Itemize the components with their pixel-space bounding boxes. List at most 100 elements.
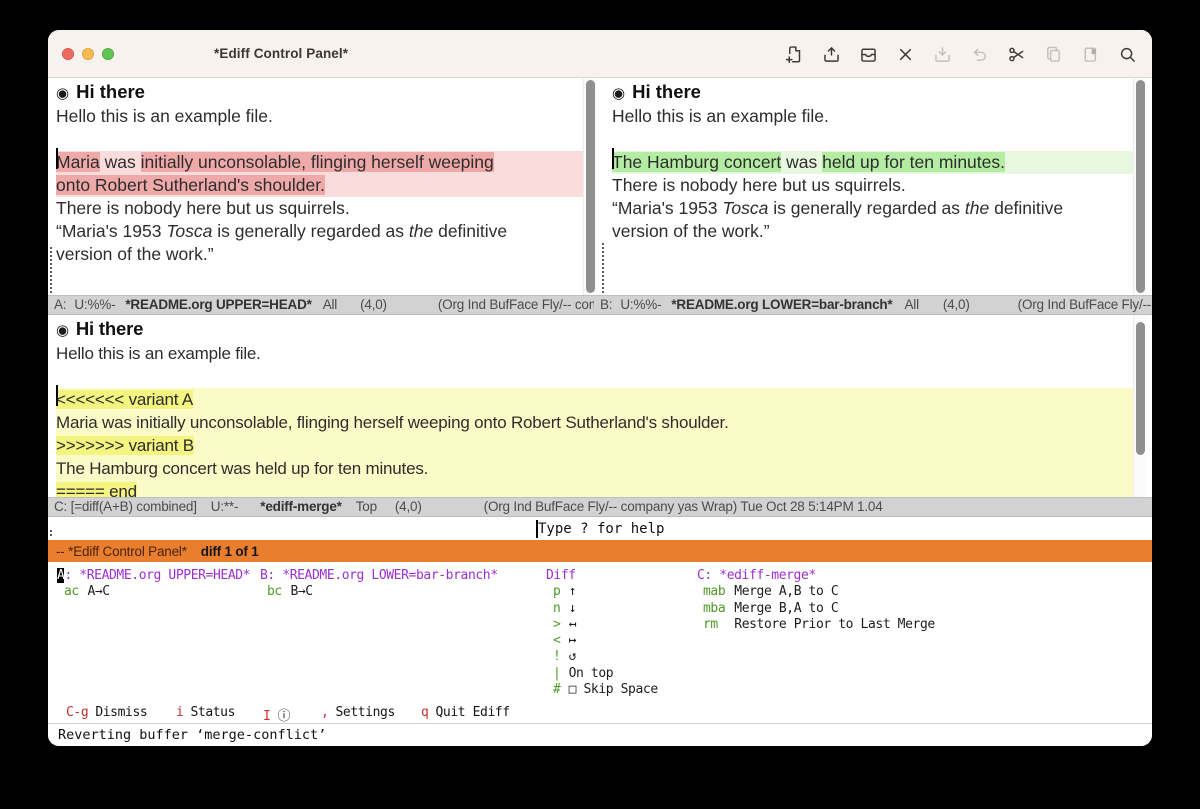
echo-area: Reverting buffer ‘merge-conflict’	[48, 723, 1152, 746]
menu-item-previous-diff[interactable]: p↑	[546, 584, 658, 600]
diff-counter: diff 1 of 1	[201, 544, 259, 559]
column-a-header: : *README.org UPPER=HEAD*	[64, 568, 250, 583]
menu-item-scroll-right[interactable]: <↦	[546, 633, 658, 649]
save-buffer-icon	[858, 44, 879, 65]
conflict-marker-a: <<<<<<< variant A	[56, 388, 1133, 411]
save-as-icon	[932, 44, 953, 65]
cut-icon	[1006, 44, 1027, 65]
org-bullet-icon: ◉	[56, 85, 69, 102]
menu-item-scroll-left[interactable]: >↤	[546, 617, 658, 633]
conflict-variant-b: The Hamburg concert was held up for ten …	[56, 457, 1133, 480]
minimize-window-button[interactable]	[82, 48, 94, 60]
copy-button[interactable]	[1042, 43, 1064, 65]
text-cursor	[56, 148, 58, 169]
buffer-b-line: Hello this is an example file.	[612, 105, 1133, 128]
cut-button[interactable]	[1005, 43, 1027, 65]
menu-item-recompute[interactable]: !↺	[546, 649, 658, 665]
new-file-button[interactable]	[783, 43, 805, 65]
buffer-a-scrollbar[interactable]	[583, 78, 597, 295]
conflict-marker-b: >>>>>>> variant B	[56, 434, 1133, 457]
buffer-b-quote-line: “Maria's 1953 Tosca is generally regarde…	[612, 197, 1133, 220]
close-buffer-icon	[895, 44, 916, 65]
menu-item-skip-space[interactable]: #□ Skip Space	[546, 682, 658, 698]
transient-column-diff: Diff p↑ n↓ >↤ <↦ !↺ |On top #□ Skip Spac…	[546, 568, 658, 698]
undo-button[interactable]	[968, 43, 990, 65]
buffer-b-scrollbar[interactable]	[1133, 78, 1147, 295]
toolbar	[783, 30, 1138, 78]
buffer-a-window[interactable]: ◉Hi there Hello this is an example file.…	[56, 78, 583, 295]
diff-a-line-1: Maria was initially unconsolable, flingi…	[56, 151, 583, 174]
transient-footer: C-gDismiss iStatus Iⓘ ,Settings qQuit Ed…	[48, 705, 1152, 722]
copy-icon	[1043, 44, 1064, 65]
new-file-icon	[784, 44, 805, 65]
desktop-background: *Ediff Control Panel* ◉Hi there Hello th…	[0, 0, 1200, 809]
fringe-marks	[50, 530, 52, 538]
modeline-a: A:U:%%-*README.org UPPER=HEAD*All(4,0)(O…	[48, 295, 594, 315]
footer-info[interactable]: Iⓘ	[263, 705, 290, 724]
transient-column-c: C: *ediff-merge* mabMerge A,B to C mbaMe…	[697, 568, 935, 633]
buffer-a-quote-line-2: version of the work.”	[56, 243, 583, 266]
footer-dismiss[interactable]: C-gDismiss	[66, 705, 147, 720]
modeline-b: B:U:%%-*README.org LOWER=bar-branch*All(…	[594, 295, 1152, 315]
traffic-lights	[48, 48, 114, 60]
transient-menu: A: *README.org UPPER=HEAD* acA→C B: *REA…	[48, 562, 1152, 723]
column-b-header: B: *README.org LOWER=bar-branch*	[260, 568, 498, 583]
undo-icon	[969, 44, 990, 65]
blank-line	[56, 128, 583, 151]
footer-quit-ediff[interactable]: qQuit Ediff	[421, 705, 510, 720]
transient-column-a: A: *README.org UPPER=HEAD* acA→C	[57, 568, 250, 601]
buffer-a-line: Hello this is an example file.	[56, 105, 583, 128]
org-heading: ◉Hi there	[612, 78, 1133, 105]
org-bullet-icon: ◉	[612, 85, 625, 102]
buffer-c-window[interactable]: ◉Hi there Hello this is an example file.…	[56, 315, 1133, 497]
control-panel-window[interactable]: Type ? for help	[48, 518, 1152, 540]
open-file-button[interactable]	[820, 43, 842, 65]
diff-a-line-2: onto Robert Sutherland's shoulder.	[56, 174, 583, 197]
buffer-a-line: There is nobody here but us squirrels.	[56, 197, 583, 220]
menu-item-merge-ba[interactable]: mbaMerge B,A to C	[697, 601, 935, 617]
menu-item-next-diff[interactable]: n↓	[546, 601, 658, 617]
open-file-icon	[821, 44, 842, 65]
buffer-b-line: There is nobody here but us squirrels.	[612, 174, 1133, 197]
title-bar: *Ediff Control Panel*	[48, 30, 1152, 78]
menu-item-merge-ab[interactable]: mabMerge A,B to C	[697, 584, 935, 600]
footer-status[interactable]: iStatus	[176, 705, 235, 720]
window-title: *Ediff Control Panel*	[214, 46, 348, 61]
footer-settings[interactable]: ,Settings	[321, 705, 395, 720]
org-heading: ◉Hi there	[56, 78, 583, 105]
buffer-b-quote-line-2: version of the work.”	[612, 220, 1133, 243]
menu-item-on-top[interactable]: |On top	[546, 666, 658, 682]
buffer-c-scrollbar[interactable]	[1133, 315, 1147, 497]
close-buffer-button[interactable]	[894, 43, 916, 65]
control-panel-modeline: -- *Ediff Control Panel* diff 1 of 1	[48, 540, 1152, 562]
menu-item-restore-merge[interactable]: rmRestore Prior to Last Merge	[697, 617, 935, 633]
search-icon	[1117, 44, 1138, 65]
emacs-window: *Ediff Control Panel* ◉Hi there Hello th…	[48, 30, 1152, 746]
conflict-variant-a: Maria was initially unconsolable, flingi…	[56, 411, 1133, 434]
text-cursor	[56, 385, 58, 406]
help-hint: Type ? for help	[538, 521, 664, 537]
column-diff-header: Diff	[546, 568, 576, 583]
buffer-b-window[interactable]: ◉Hi there Hello this is an example file.…	[612, 78, 1133, 295]
org-bullet-icon: ◉	[56, 322, 69, 339]
menu-item-copy-b-to-c[interactable]: bcB→C	[260, 584, 498, 600]
fringe-marks	[50, 247, 52, 293]
blank-line	[56, 365, 1133, 388]
buffer-c-line: Hello this is an example file.	[56, 342, 1133, 365]
zoom-window-button[interactable]	[102, 48, 114, 60]
text-cursor	[612, 148, 614, 169]
fringe-marks	[602, 243, 604, 293]
diff-b-line: The Hamburg concert was held up for ten …	[612, 151, 1133, 174]
buffer-a-quote-line: “Maria's 1953 Tosca is generally regarde…	[56, 220, 583, 243]
column-c-header: C: *ediff-merge*	[697, 568, 816, 583]
info-icon: ⓘ	[277, 709, 290, 724]
save-buffer-button[interactable]	[857, 43, 879, 65]
paste-button[interactable]	[1079, 43, 1101, 65]
save-as-button[interactable]	[931, 43, 953, 65]
paste-icon	[1080, 44, 1101, 65]
menu-item-copy-a-to-c[interactable]: acA→C	[57, 584, 250, 600]
close-window-button[interactable]	[62, 48, 74, 60]
echo-message: Reverting buffer ‘merge-conflict’	[58, 727, 326, 743]
search-button[interactable]	[1116, 43, 1138, 65]
blank-line	[612, 128, 1133, 151]
